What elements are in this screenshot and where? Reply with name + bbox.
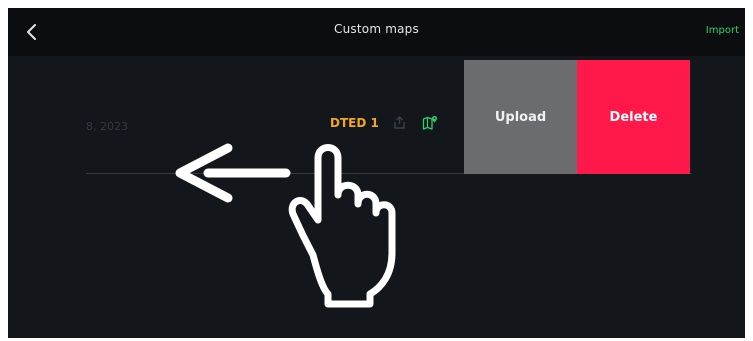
map-date: 8, 2023 <box>86 120 128 133</box>
map-pin-icon[interactable] <box>422 115 438 131</box>
import-button[interactable]: Import <box>706 25 739 36</box>
share-icon[interactable] <box>392 115 408 131</box>
app-screen: Custom maps Import 8, 2023 DTED 1 Upload… <box>8 8 745 338</box>
map-type-badge: DTED 1 <box>330 116 379 130</box>
page-title: Custom maps <box>334 22 419 36</box>
delete-button[interactable]: Delete <box>577 60 690 174</box>
upload-button[interactable]: Upload <box>464 60 577 174</box>
top-bar: Custom maps Import <box>8 8 745 56</box>
